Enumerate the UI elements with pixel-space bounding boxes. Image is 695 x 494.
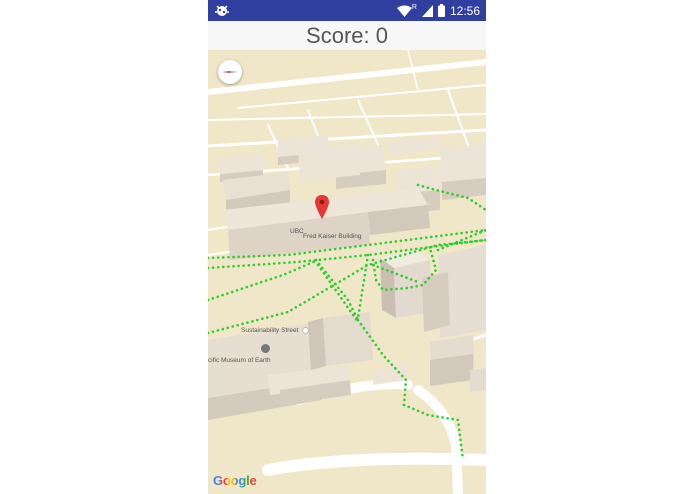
map-view[interactable]: UBC Fred Kaiser Building Sustainability … bbox=[208, 50, 486, 494]
street-label: Sustainability Street bbox=[241, 327, 299, 334]
debug-bug-icon bbox=[215, 5, 229, 16]
score-text: Score: 0 bbox=[306, 22, 388, 48]
phone-screen: R 12:56 Score: 0 UBC Fred Kaiser Buildin… bbox=[208, 0, 486, 494]
building-prefix-label: UBC bbox=[290, 228, 304, 235]
building-name-label: Fred Kaiser Building bbox=[303, 233, 362, 240]
wifi-icon bbox=[396, 5, 412, 17]
google-logo-text: Google bbox=[213, 473, 257, 488]
status-bar: R 12:56 bbox=[208, 0, 486, 21]
google-logo: Google bbox=[213, 473, 257, 488]
map-pin-icon[interactable] bbox=[315, 195, 329, 219]
museum-label: cific Museum of Earth bbox=[208, 357, 271, 364]
map-canvas[interactable] bbox=[208, 50, 486, 494]
network-badge: R bbox=[411, 3, 417, 11]
compass-icon[interactable] bbox=[218, 60, 242, 84]
battery-icon bbox=[437, 4, 445, 17]
status-time: 12:56 bbox=[449, 3, 480, 18]
score-bar: Score: 0 bbox=[208, 21, 486, 50]
poi-icon bbox=[302, 327, 309, 334]
cell-signal-icon bbox=[421, 4, 433, 17]
museum-icon bbox=[261, 344, 270, 353]
